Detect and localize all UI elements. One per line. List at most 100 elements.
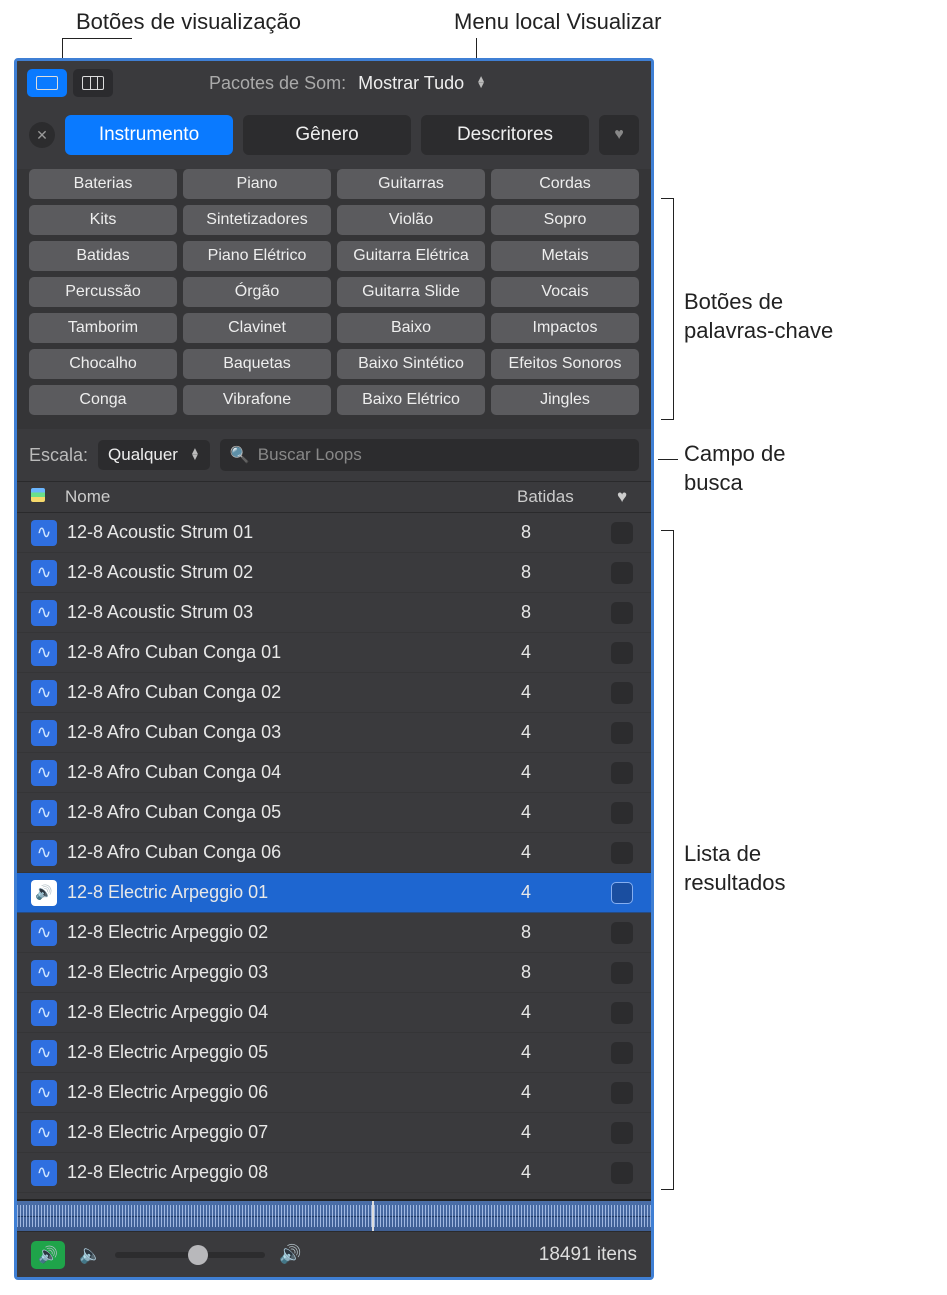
keyword-button[interactable]: Baixo Sintético: [337, 349, 485, 379]
keyword-button[interactable]: Vibrafone: [183, 385, 331, 415]
keyword-button[interactable]: Impactos: [491, 313, 639, 343]
columns-icon: [82, 76, 104, 90]
result-row[interactable]: 12-8 Afro Cuban Conga 014: [17, 633, 651, 673]
loop-beats: 8: [521, 962, 611, 983]
keyword-button[interactable]: Batidas: [29, 241, 177, 271]
result-row[interactable]: 12-8 Electric Arpeggio 044: [17, 993, 651, 1033]
loop-name: 12-8 Electric Arpeggio 04: [67, 1002, 521, 1023]
keyword-button[interactable]: Efeitos Sonoros: [491, 349, 639, 379]
clear-filter-button[interactable]: ✕: [29, 122, 55, 148]
loop-beats: 4: [521, 882, 611, 903]
column-beats[interactable]: Batidas: [517, 487, 607, 507]
keyword-button[interactable]: Baixo: [337, 313, 485, 343]
keyword-button[interactable]: Conga: [29, 385, 177, 415]
result-row[interactable]: 12-8 Electric Arpeggio 014: [17, 873, 651, 913]
favorite-checkbox[interactable]: [611, 1162, 633, 1184]
search-input[interactable]: [258, 445, 629, 465]
result-row[interactable]: 12-8 Acoustic Strum 038: [17, 593, 651, 633]
result-row[interactable]: 12-8 Acoustic Strum 018: [17, 513, 651, 553]
result-row[interactable]: 12-8 Electric Arpeggio 054: [17, 1033, 651, 1073]
favorite-checkbox[interactable]: [611, 882, 633, 904]
favorite-checkbox[interactable]: [611, 1042, 633, 1064]
result-row[interactable]: 12-8 Electric Arpeggio 038: [17, 953, 651, 993]
keyword-button[interactable]: Órgão: [183, 277, 331, 307]
result-row[interactable]: 12-8 Acoustic Strum 028: [17, 553, 651, 593]
loop-beats: 8: [521, 922, 611, 943]
loop-name: 12-8 Acoustic Strum 01: [67, 522, 521, 543]
loop-audio-icon: [31, 800, 57, 826]
keyword-button[interactable]: Baixo Elétrico: [337, 385, 485, 415]
loop-audio-icon: [31, 720, 57, 746]
volume-slider[interactable]: [115, 1252, 265, 1258]
favorite-checkbox[interactable]: [611, 562, 633, 584]
callout-search-field: Campo de busca: [684, 440, 786, 497]
keyword-button[interactable]: Percussão: [29, 277, 177, 307]
slider-knob[interactable]: [188, 1245, 208, 1265]
keyword-button[interactable]: Vocais: [491, 277, 639, 307]
keyword-button[interactable]: Jingles: [491, 385, 639, 415]
result-row[interactable]: 12-8 Afro Cuban Conga 054: [17, 793, 651, 833]
column-favorite[interactable]: ♥: [607, 487, 637, 507]
keyword-button[interactable]: Chocalho: [29, 349, 177, 379]
favorites-button[interactable]: ♥: [599, 115, 639, 155]
keyword-button[interactable]: Piano: [183, 169, 331, 199]
tab-instrument[interactable]: Instrumento: [65, 115, 233, 155]
favorite-checkbox[interactable]: [611, 962, 633, 984]
callout-bracket: [660, 530, 674, 1190]
popup-arrows-icon: ▲▼: [476, 77, 486, 89]
favorite-checkbox[interactable]: [611, 682, 633, 704]
keyword-button[interactable]: Sintetizadores: [183, 205, 331, 235]
scale-popup[interactable]: Qualquer ▲▼: [98, 440, 210, 470]
favorite-checkbox[interactable]: [611, 602, 633, 624]
keyword-button[interactable]: Cordas: [491, 169, 639, 199]
callout-view-menu: Menu local Visualizar: [454, 8, 661, 37]
keyword-button[interactable]: Kits: [29, 205, 177, 235]
keyword-button[interactable]: Violão: [337, 205, 485, 235]
keyword-button[interactable]: Guitarra Elétrica: [337, 241, 485, 271]
result-row[interactable]: 12-8 Afro Cuban Conga 044: [17, 753, 651, 793]
keyword-button[interactable]: Piano Elétrico: [183, 241, 331, 271]
results-list[interactable]: 12-8 Acoustic Strum 01812-8 Acoustic Str…: [17, 513, 651, 1199]
result-row[interactable]: 12-8 Electric Arpeggio 028: [17, 913, 651, 953]
column-name[interactable]: Nome: [59, 487, 517, 507]
loop-audio-icon: [31, 960, 57, 986]
playhead[interactable]: [372, 1201, 374, 1231]
keyword-button[interactable]: Sopro: [491, 205, 639, 235]
result-row[interactable]: 12-8 Electric Arpeggio 064: [17, 1073, 651, 1113]
preview-play-button[interactable]: 🔊: [31, 1241, 65, 1269]
result-row[interactable]: 12-8 Afro Cuban Conga 034: [17, 713, 651, 753]
bottom-bar: 🔊 🔈 🔊 18491 itens: [17, 1231, 651, 1277]
keyword-button[interactable]: Guitarras: [337, 169, 485, 199]
favorite-checkbox[interactable]: [611, 802, 633, 824]
scale-value: Qualquer: [108, 445, 178, 465]
keyword-button[interactable]: Baquetas: [183, 349, 331, 379]
result-row[interactable]: 12-8 Electric Arpeggio 084: [17, 1153, 651, 1193]
view-button-1[interactable]: [27, 69, 67, 97]
search-box[interactable]: 🔍: [220, 439, 639, 471]
result-row[interactable]: 12-8 Afro Cuban Conga 024: [17, 673, 651, 713]
sound-packs-label: Pacotes de Som:: [209, 73, 346, 94]
result-row[interactable]: 12-8 Electric Arpeggio 074: [17, 1113, 651, 1153]
callout-line: [62, 38, 132, 39]
favorite-checkbox[interactable]: [611, 762, 633, 784]
keyword-button[interactable]: Baterias: [29, 169, 177, 199]
result-row[interactable]: 12-8 Afro Cuban Conga 064: [17, 833, 651, 873]
waveform-preview[interactable]: [17, 1199, 651, 1231]
favorite-checkbox[interactable]: [611, 722, 633, 744]
keyword-button[interactable]: Tamborim: [29, 313, 177, 343]
favorite-checkbox[interactable]: [611, 1002, 633, 1024]
favorite-checkbox[interactable]: [611, 922, 633, 944]
tab-genre[interactable]: Gênero: [243, 115, 411, 155]
favorite-checkbox[interactable]: [611, 842, 633, 864]
favorite-checkbox[interactable]: [611, 642, 633, 664]
keyword-button[interactable]: Clavinet: [183, 313, 331, 343]
view-button-2[interactable]: [73, 69, 113, 97]
favorite-checkbox[interactable]: [611, 1082, 633, 1104]
keyword-button[interactable]: Guitarra Slide: [337, 277, 485, 307]
tab-descriptors[interactable]: Descritores: [421, 115, 589, 155]
keyword-button[interactable]: Metais: [491, 241, 639, 271]
sound-packs-popup[interactable]: Mostrar Tudo: [358, 73, 464, 94]
favorite-checkbox[interactable]: [611, 1122, 633, 1144]
favorite-checkbox[interactable]: [611, 522, 633, 544]
loop-beats: 8: [521, 522, 611, 543]
